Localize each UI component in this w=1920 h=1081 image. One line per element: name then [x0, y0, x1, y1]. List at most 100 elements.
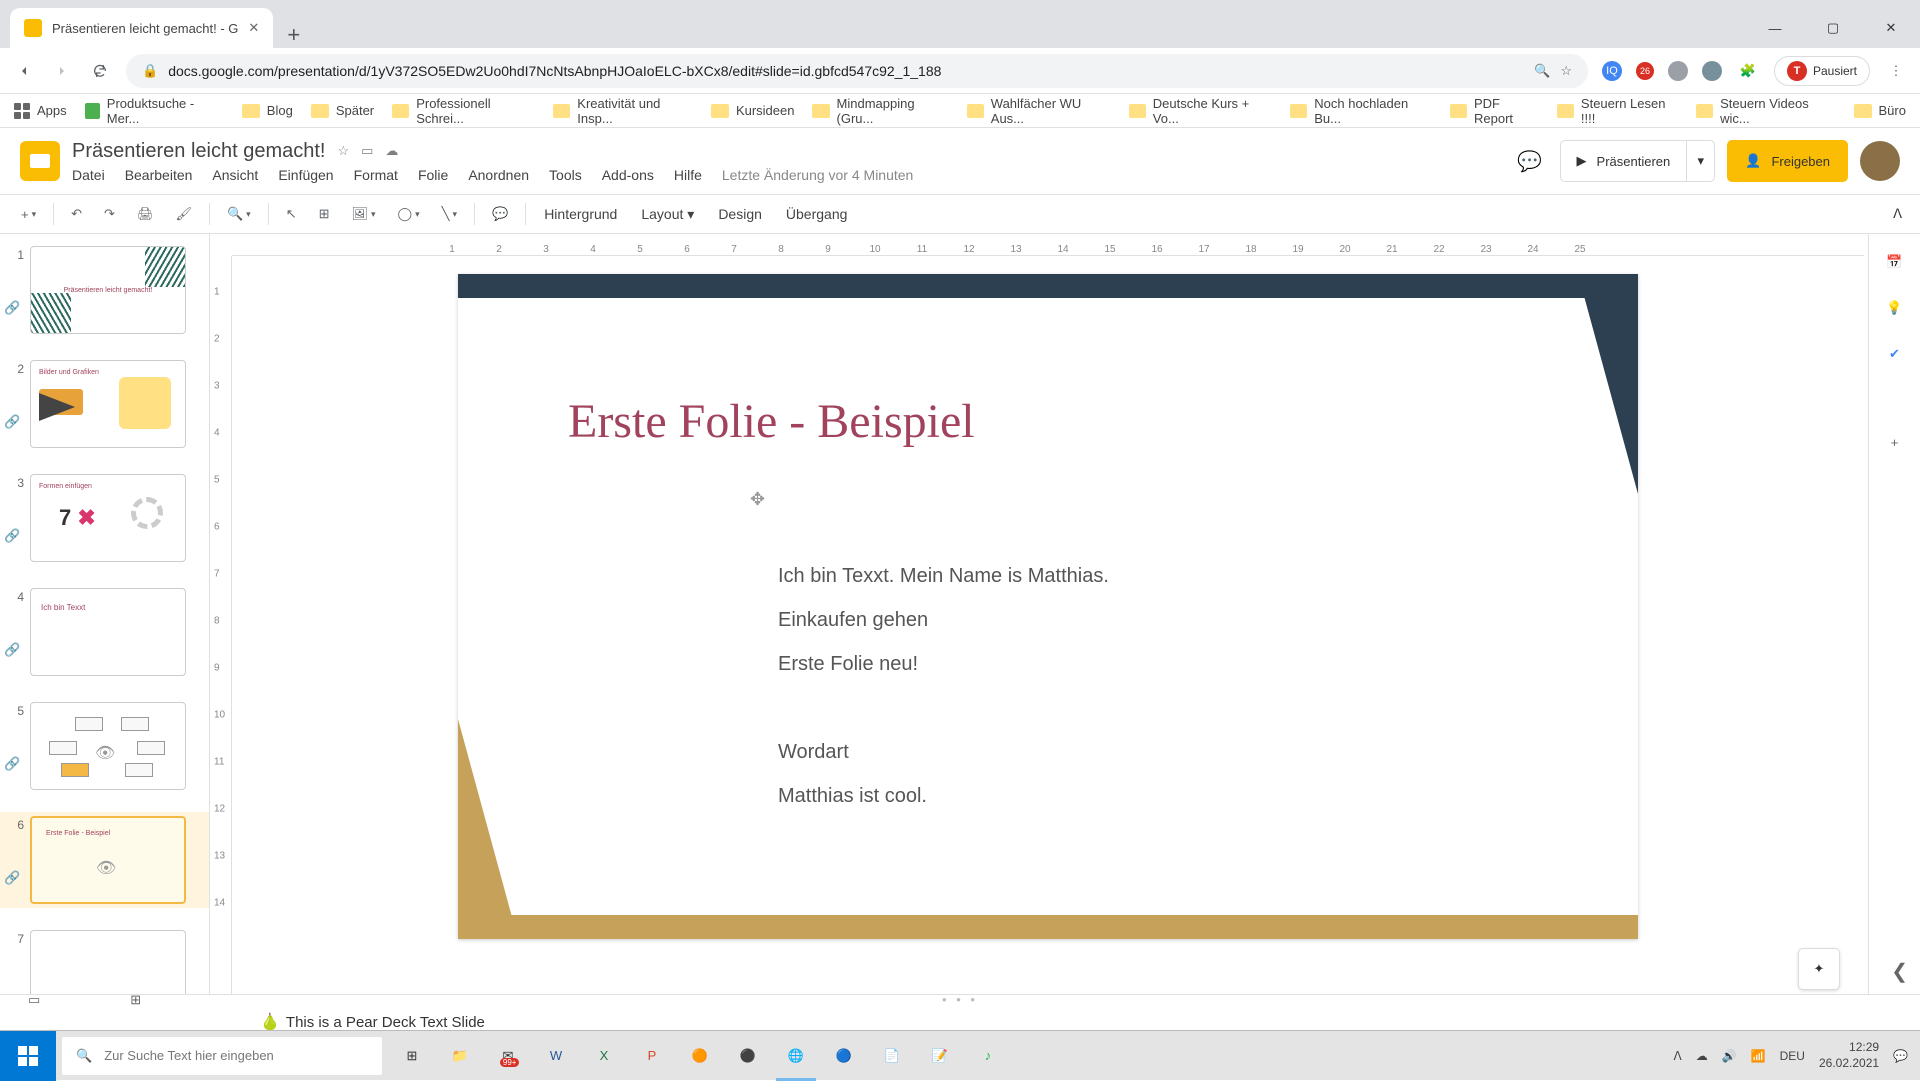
account-avatar[interactable] [1860, 141, 1900, 181]
menu-hilfe[interactable]: Hilfe [674, 167, 702, 183]
browser-menu-icon[interactable]: ⋮ [1884, 63, 1908, 79]
menu-bearbeiten[interactable]: Bearbeiten [125, 167, 193, 183]
address-bar[interactable]: 🔒 docs.google.com/presentation/d/1yV372S… [126, 54, 1588, 88]
undo-button[interactable]: ↶ [62, 200, 91, 228]
bookmark[interactable]: Produktsuche - Mer... [85, 96, 224, 126]
bookmark[interactable]: Wahlfächer WU Aus... [967, 96, 1111, 126]
edge-icon[interactable]: 🔵 [820, 1031, 868, 1081]
reload-button[interactable] [88, 63, 112, 79]
forward-button[interactable] [50, 63, 74, 79]
app-icon[interactable]: 📄 [868, 1031, 916, 1081]
layout-button[interactable]: Layout ▾ [631, 200, 704, 229]
share-button[interactable]: 👤 Freigeben [1727, 140, 1848, 182]
extension-icon[interactable] [1702, 61, 1722, 81]
close-tab-icon[interactable]: ✕ [248, 20, 259, 36]
bookmark[interactable]: Deutsche Kurs + Vo... [1129, 96, 1272, 126]
mail-icon[interactable]: ✉99+ [484, 1031, 532, 1081]
apps-shortcut[interactable]: Apps [14, 103, 67, 119]
obs-icon[interactable]: ⚫ [724, 1031, 772, 1081]
excel-icon[interactable]: X [580, 1031, 628, 1081]
comments-icon[interactable]: 💬 [1512, 143, 1548, 179]
bookmark[interactable]: Kreativität und Insp... [553, 96, 693, 126]
notepad-icon[interactable]: 📝 [916, 1031, 964, 1081]
extension-icon[interactable] [1668, 61, 1688, 81]
tasks-icon[interactable]: ✔ [1883, 342, 1907, 366]
filmstrip-view-icon[interactable]: ▭ [28, 992, 40, 1008]
file-explorer-icon[interactable]: 📁 [436, 1031, 484, 1081]
volume-icon[interactable]: 🔊 [1722, 1049, 1737, 1063]
zoom-button[interactable]: 🔍▾ [218, 200, 260, 228]
star-icon[interactable]: ☆ [337, 143, 349, 159]
keep-icon[interactable]: 💡 [1883, 296, 1907, 320]
menu-anordnen[interactable]: Anordnen [468, 167, 529, 183]
background-button[interactable]: Hintergrund [534, 200, 627, 228]
select-tool[interactable]: ↖ [277, 200, 306, 228]
transition-button[interactable]: Übergang [776, 200, 858, 228]
thumbnail-row[interactable]: 1 Präsentieren leicht gemacht! [0, 242, 209, 338]
notifications-icon[interactable]: 💬 [1893, 1049, 1908, 1063]
minimize-button[interactable]: — [1746, 8, 1804, 48]
menu-folie[interactable]: Folie [418, 167, 448, 183]
powerpoint-icon[interactable]: P [628, 1031, 676, 1081]
thumbnail-row[interactable]: 7 [0, 926, 209, 994]
bookmark[interactable]: Professionell Schrei... [392, 96, 535, 126]
zoom-icon[interactable]: 🔍 [1534, 63, 1550, 79]
menu-ansicht[interactable]: Ansicht [212, 167, 258, 183]
thumbnail-row[interactable]: 5 👁 [0, 698, 209, 794]
extensions-menu-icon[interactable]: 🧩 [1736, 63, 1760, 79]
present-button[interactable]: ▶ Präsentieren [1560, 140, 1688, 182]
explore-button[interactable]: ✦ [1798, 948, 1840, 990]
slide-canvas[interactable]: Erste Folie - Beispiel ✥ Ich bin Texxt. … [458, 274, 1638, 939]
image-tool[interactable]: 🖼▾ [343, 200, 385, 228]
spotify-icon[interactable]: ♪ [964, 1031, 1012, 1081]
menu-datei[interactable]: Datei [72, 167, 105, 183]
calendar-icon[interactable]: 📅 [1883, 250, 1907, 274]
menu-addons[interactable]: Add-ons [602, 167, 654, 183]
thumbnail-panel[interactable]: 1 Präsentieren leicht gemacht! 🔗 2 Bilde… [0, 234, 210, 994]
profile-pause-button[interactable]: T Pausiert [1774, 56, 1870, 86]
slide-body-text[interactable]: Ich bin Texxt. Mein Name is Matthias.Ein… [778, 554, 1109, 818]
word-icon[interactable]: W [532, 1031, 580, 1081]
redo-button[interactable]: ↷ [95, 200, 124, 228]
bookmark[interactable]: Später [311, 103, 374, 118]
thumbnail-row[interactable]: 6 Erste Folie - Beispiel👁 [0, 812, 209, 908]
slide-thumbnail[interactable]: Bilder und Grafiken [30, 360, 186, 448]
maximize-button[interactable]: ▢ [1804, 8, 1862, 48]
extension-icon[interactable]: IQ [1602, 61, 1622, 81]
doc-title[interactable]: Präsentieren leicht gemacht! [72, 140, 325, 163]
bookmark[interactable]: PDF Report [1450, 96, 1539, 126]
show-panel-icon[interactable]: ❮ [1891, 959, 1908, 984]
slide-thumbnail[interactable]: Präsentieren leicht gemacht! [30, 246, 186, 334]
textbox-tool[interactable]: ⊞ [310, 200, 339, 228]
task-view-icon[interactable]: ⊞ [388, 1031, 436, 1081]
slide-thumbnail[interactable]: Ich bin Texxt [30, 588, 186, 676]
shape-tool[interactable]: ◯▾ [389, 200, 429, 228]
language-indicator[interactable]: DEU [1780, 1049, 1805, 1063]
tray-chevron-icon[interactable]: ᐱ [1674, 1049, 1682, 1063]
browser-tab[interactable]: Präsentieren leicht gemacht! - G ✕ [10, 8, 273, 48]
add-addon-icon[interactable]: + [1883, 430, 1907, 454]
thumbnail-row[interactable]: 3 Formen einfügen7 ✖ [0, 470, 209, 566]
slide-thumbnail[interactable]: Erste Folie - Beispiel👁 [30, 816, 186, 904]
paint-format-button[interactable]: 🖌 [166, 200, 201, 228]
slide-thumbnail[interactable]: 👁 [30, 702, 186, 790]
taskbar-search[interactable]: 🔍 Zur Suche Text hier eingeben [62, 1037, 382, 1075]
new-tab-button[interactable]: + [273, 22, 314, 48]
menu-format[interactable]: Format [354, 167, 398, 183]
cloud-saved-icon[interactable]: ☁ [385, 143, 398, 159]
present-dropdown[interactable]: ▾ [1687, 140, 1715, 182]
bookmark[interactable]: Blog [242, 103, 293, 118]
bookmark[interactable]: Steuern Lesen !!!! [1557, 96, 1678, 126]
design-button[interactable]: Design [708, 200, 772, 228]
new-slide-button[interactable]: +▾ [12, 201, 45, 228]
move-icon[interactable]: ▭ [361, 143, 373, 159]
onedrive-icon[interactable]: ☁ [1696, 1049, 1708, 1063]
app-icon[interactable]: 🟠 [676, 1031, 724, 1081]
grid-view-icon[interactable]: ⊞ [130, 992, 141, 1008]
slides-logo-icon[interactable] [20, 141, 60, 181]
line-tool[interactable]: ╲▾ [433, 200, 466, 228]
bookmark[interactable]: Büro [1854, 103, 1906, 118]
bookmark-star-icon[interactable]: ☆ [1560, 63, 1572, 79]
extension-icon[interactable]: 26 [1636, 62, 1654, 80]
chrome-icon[interactable]: 🌐 [772, 1031, 820, 1081]
